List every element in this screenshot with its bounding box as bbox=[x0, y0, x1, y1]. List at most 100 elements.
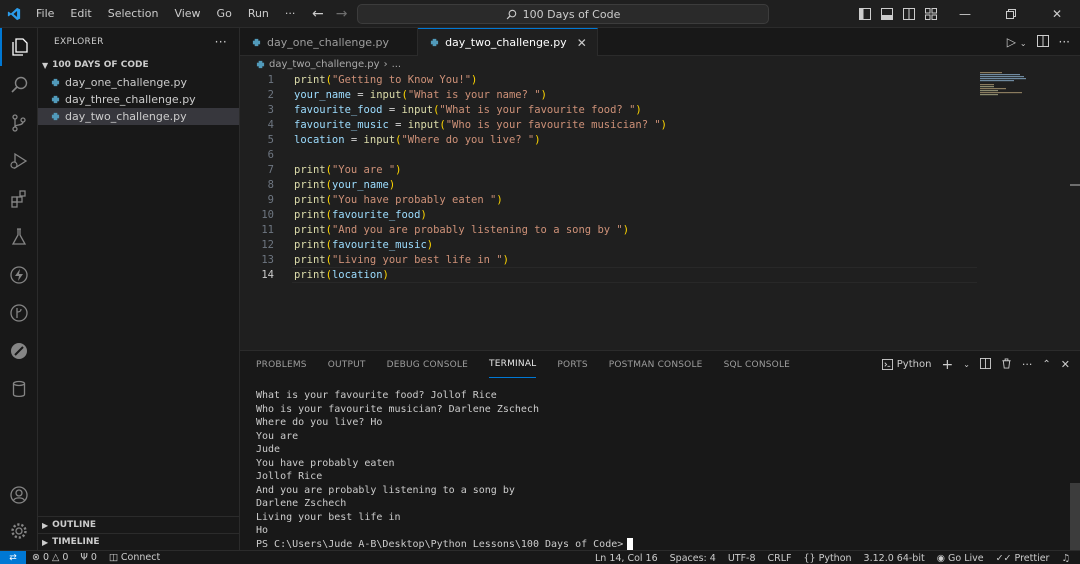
toggle-secondary-sidebar-icon[interactable] bbox=[898, 0, 920, 28]
accounts-icon[interactable] bbox=[0, 476, 38, 514]
forward-arrow-icon[interactable]: → bbox=[336, 6, 348, 22]
outline-section[interactable]: ▶ OUTLINE bbox=[38, 516, 240, 533]
file-item-day-two[interactable]: day_two_challenge.py bbox=[38, 108, 239, 125]
navigation-arrows: ← → bbox=[312, 0, 347, 28]
line-number: 10 bbox=[261, 208, 274, 221]
workspace-folder[interactable]: ▼ 100 DAYS OF CODE bbox=[38, 56, 239, 74]
tab-output[interactable]: OUTPUT bbox=[328, 351, 366, 378]
thunder-client-icon[interactable] bbox=[0, 256, 38, 294]
tab-ports[interactable]: PORTS bbox=[557, 351, 587, 378]
code-token: favourite_food bbox=[294, 103, 383, 116]
terminal-output[interactable]: What is your favourite food? Jollof Rice… bbox=[256, 389, 634, 551]
code-token: "You are " bbox=[331, 163, 396, 176]
warning-icon: △ bbox=[52, 552, 60, 563]
tab-problems[interactable]: PROBLEMS bbox=[256, 351, 307, 378]
encoding[interactable]: UTF-8 bbox=[722, 553, 762, 564]
back-arrow-icon[interactable]: ← bbox=[312, 6, 324, 22]
prettier-status[interactable]: ✓✓ Prettier bbox=[990, 553, 1056, 564]
tab-day-two[interactable]: day_two_challenge.py ✕ bbox=[418, 28, 598, 56]
terminal-dropdown-icon[interactable]: ⌄ bbox=[963, 360, 970, 369]
editor-actions: ▷ ⌄ ··· bbox=[1007, 28, 1070, 56]
search-activity-icon[interactable] bbox=[0, 66, 38, 104]
file-item-day-one[interactable]: day_one_challenge.py bbox=[38, 74, 239, 91]
run-and-debug-icon[interactable] bbox=[0, 142, 38, 180]
customize-layout-icon[interactable] bbox=[920, 0, 942, 28]
minimize-icon[interactable]: — bbox=[942, 0, 988, 28]
python-file-icon bbox=[51, 95, 60, 104]
indentation[interactable]: Spaces: 4 bbox=[664, 553, 722, 564]
explorer-sidebar: EXPLORER ··· ▼ 100 DAYS OF CODE day_one_… bbox=[38, 28, 240, 550]
remote-indicator-icon[interactable]: ⇄ bbox=[0, 550, 26, 564]
tab-terminal[interactable]: TERMINAL bbox=[489, 351, 537, 378]
tab-debug-console[interactable]: DEBUG CONSOLE bbox=[387, 351, 468, 378]
file-item-day-three[interactable]: day_three_challenge.py bbox=[38, 91, 239, 108]
panel-more-icon[interactable]: ··· bbox=[1022, 358, 1033, 371]
tab-day-one[interactable]: day_one_challenge.py bbox=[240, 28, 419, 56]
explorer-more-icon[interactable]: ··· bbox=[215, 35, 227, 49]
problems-indicator[interactable]: ⊗ 0 △ 0 bbox=[26, 552, 74, 563]
tab-postman-console[interactable]: POSTMAN CONSOLE bbox=[609, 351, 703, 378]
code-line: 11 print("And you are probably listening … bbox=[240, 222, 1080, 237]
postman-icon[interactable] bbox=[0, 332, 38, 370]
settings-gear-icon[interactable] bbox=[0, 512, 38, 550]
extensions-icon[interactable] bbox=[0, 180, 38, 218]
cursor-position[interactable]: Ln 14, Col 16 bbox=[589, 553, 664, 564]
split-editor-icon[interactable] bbox=[1036, 34, 1049, 50]
close-panel-icon[interactable]: ✕ bbox=[1061, 358, 1070, 371]
testing-flask-icon[interactable] bbox=[0, 218, 38, 256]
menu-selection[interactable]: Selection bbox=[100, 0, 167, 28]
editor-tabs: day_one_challenge.py day_two_challenge.p… bbox=[240, 28, 1080, 56]
code-token: print bbox=[294, 193, 326, 206]
code-line: 7 print("You are ") bbox=[240, 162, 1080, 177]
git-graph-icon[interactable] bbox=[0, 294, 38, 332]
terminal-profile-label: Python bbox=[896, 359, 932, 370]
toggle-panel-icon[interactable] bbox=[876, 0, 898, 28]
split-terminal-icon[interactable] bbox=[979, 357, 991, 372]
minimap[interactable] bbox=[980, 72, 1040, 96]
code-line: 8 print(your_name) bbox=[240, 177, 1080, 192]
breadcrumb-file[interactable]: day_two_challenge.py bbox=[269, 59, 380, 70]
more-actions-icon[interactable]: ··· bbox=[1059, 35, 1070, 49]
maximize-panel-icon[interactable]: ⌃ bbox=[1042, 359, 1050, 370]
warning-count: 0 bbox=[62, 552, 69, 563]
menu-more[interactable]: ··· bbox=[277, 0, 304, 28]
restore-icon[interactable] bbox=[988, 0, 1034, 28]
tab-sql-console[interactable]: SQL CONSOLE bbox=[724, 351, 790, 378]
menu-run[interactable]: Run bbox=[240, 0, 277, 28]
code-editor[interactable]: 1 print("Getting to Know You!") 2 your_nam… bbox=[240, 72, 1080, 282]
explorer-icon[interactable] bbox=[0, 28, 38, 66]
terminal-scrollbar[interactable] bbox=[1070, 483, 1080, 551]
menu-view[interactable]: View bbox=[166, 0, 208, 28]
new-terminal-icon[interactable]: + bbox=[941, 357, 953, 373]
line-number: 3 bbox=[267, 103, 274, 116]
code-token: input bbox=[369, 88, 402, 101]
menu-edit[interactable]: Edit bbox=[62, 0, 99, 28]
python-interpreter[interactable]: 3.12.0 64-bit bbox=[858, 553, 931, 564]
timeline-section[interactable]: ▶ TIMELINE bbox=[38, 533, 240, 550]
menu-go[interactable]: Go bbox=[209, 0, 240, 28]
close-window-icon[interactable]: ✕ bbox=[1034, 0, 1080, 28]
python-file-icon bbox=[256, 60, 265, 69]
go-live-button[interactable]: ◉ Go Live bbox=[931, 553, 990, 564]
terminal-profile[interactable]: Python bbox=[881, 359, 932, 370]
terminal-line: What is your favourite food? Jollof Rice bbox=[256, 390, 497, 401]
error-icon: ⊗ bbox=[32, 552, 40, 563]
code-token: favourite_food bbox=[331, 208, 421, 221]
run-python-file-icon[interactable]: ▷ ⌄ bbox=[1007, 35, 1027, 49]
connect-indicator[interactable]: ◫ Connect bbox=[103, 552, 166, 563]
code-line: 4 favourite_music = input("Who is your fa… bbox=[240, 117, 1080, 132]
kill-terminal-trash-icon[interactable] bbox=[1001, 357, 1012, 372]
source-control-icon[interactable] bbox=[0, 104, 38, 142]
close-tab-icon[interactable]: ✕ bbox=[577, 36, 587, 50]
code-token: favourite_music bbox=[294, 118, 389, 131]
toggle-primary-sidebar-icon[interactable] bbox=[854, 0, 876, 28]
end-of-line[interactable]: CRLF bbox=[762, 553, 798, 564]
menu-file[interactable]: File bbox=[28, 0, 62, 28]
ports-indicator[interactable]: Ψ0 bbox=[74, 552, 103, 563]
notifications-bell-icon[interactable]: ♫ bbox=[1055, 553, 1076, 564]
command-center-search[interactable]: 100 Days of Code bbox=[357, 4, 769, 24]
breadcrumb-more[interactable]: ... bbox=[392, 59, 402, 70]
language-mode[interactable]: {} Python bbox=[798, 553, 858, 564]
database-icon[interactable] bbox=[0, 370, 38, 408]
terminal-cursor bbox=[627, 537, 634, 550]
